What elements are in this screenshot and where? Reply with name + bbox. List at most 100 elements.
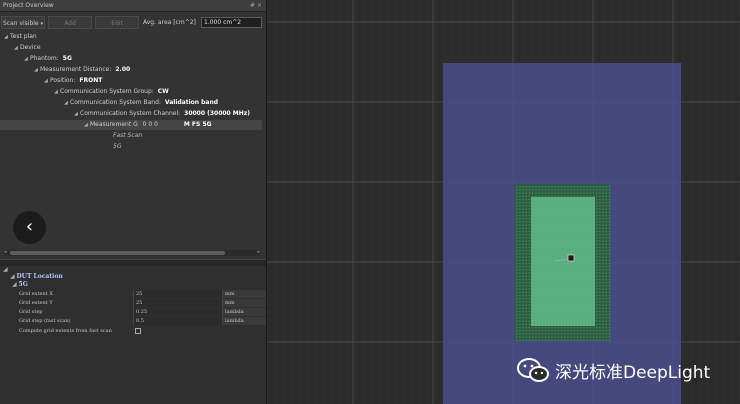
measurement-point: [605, 339, 607, 341]
tree-node-comm-system-group[interactable]: ◢ Communication System Group: CW: [54, 87, 169, 97]
property-section-header[interactable]: ◢ DUT Location: [10, 273, 63, 281]
measurement-point: [528, 234, 531, 236]
measurement-point: [605, 186, 607, 188]
measurement-point: [576, 192, 579, 194]
measurement-point: [522, 314, 524, 316]
measurement-point: [599, 310, 601, 313]
measurement-point: [528, 339, 531, 341]
measurement-point: [522, 282, 524, 284]
measurement-point: [596, 282, 598, 284]
measurement-point: [554, 186, 556, 188]
measurement-point: [519, 189, 521, 191]
panel-titlebar: Project Overview # ×: [0, 0, 266, 12]
measurement-point: [599, 221, 601, 223]
measurement-point: [528, 240, 531, 242]
add-button[interactable]: Add: [48, 16, 92, 29]
tree-node-phantom[interactable]: ◢ Phantom: 5G: [24, 54, 72, 64]
property-value-input[interactable]: 25: [133, 290, 223, 298]
tree-node-device[interactable]: ◢ Device: [14, 43, 41, 53]
compute-grid-checkbox[interactable]: [135, 328, 141, 334]
panel-window-controls[interactable]: # ×: [250, 0, 262, 11]
measurement-point: [602, 227, 604, 229]
back-button[interactable]: ‹: [13, 211, 46, 244]
property-key: Grid step (fast scan): [19, 318, 71, 324]
device-marker-icon: [567, 254, 575, 262]
measurement-point: [522, 189, 524, 191]
measurement-point: [516, 266, 518, 268]
tree-node-comm-system-channel[interactable]: ◢ Communication System Channel: 30000 (300…: [74, 109, 250, 119]
measurement-point: [525, 291, 527, 293]
measurement-point: [605, 214, 607, 217]
measurement-point: [602, 278, 604, 281]
measurement-point: [608, 304, 611, 306]
avg-area-input[interactable]: 1.000 cm^2: [201, 17, 262, 28]
measurement-point: [580, 333, 582, 335]
measurement-point: [592, 330, 595, 332]
measurement-point: [519, 275, 521, 277]
measurement-point: [532, 336, 534, 338]
measurement-point: [596, 186, 598, 188]
scroll-right-icon[interactable]: ▸: [257, 249, 260, 255]
property-subsection-header[interactable]: ◢ 5G: [12, 281, 28, 289]
measurement-point: [528, 294, 531, 297]
measurement-point: [608, 317, 611, 319]
measurement-point: [522, 298, 524, 300]
measurement-point: [573, 186, 575, 188]
measurement-point: [522, 234, 524, 236]
measurement-point: [522, 272, 524, 274]
measurement-point: [554, 330, 556, 332]
tree-node-measurement-distance[interactable]: ◢ Measurement Distance: 2.00: [34, 65, 130, 75]
measurement-point: [608, 336, 611, 338]
scan-visible-dropdown[interactable]: Scan visible ▾: [1, 16, 45, 29]
measurement-point: [525, 285, 527, 287]
measurement-point: [583, 330, 585, 332]
viewport-canvas[interactable]: [267, 0, 740, 404]
property-value-input[interactable]: 0.25: [133, 308, 223, 316]
measurement-point: [535, 326, 537, 329]
measurement-point: [541, 195, 543, 197]
tree-node-5g-scan[interactable]: 5G: [113, 142, 121, 152]
measurement-point: [599, 202, 601, 204]
scrollbar-thumb[interactable]: [10, 251, 225, 255]
tree-node-value: Validation band: [164, 99, 219, 106]
tree-node-position[interactable]: ◢ Position: FRONT: [44, 76, 102, 86]
project-overview-panel: Project Overview # × Scan visible ▾ Add …: [0, 0, 267, 404]
measurement-point: [576, 326, 579, 329]
measurement-point: [522, 237, 524, 239]
property-value-input[interactable]: 0.5: [133, 317, 223, 325]
scan-viewport[interactable]: [267, 0, 740, 404]
measurement-point: [605, 320, 607, 322]
collapse-arrow-icon[interactable]: ◢: [3, 266, 8, 274]
measurement-point: [528, 275, 531, 277]
measurement-point: [519, 227, 521, 229]
measurement-point: [564, 326, 566, 329]
measurement-point: [525, 250, 527, 252]
measurement-point: [608, 310, 611, 313]
tree-node-measurement[interactable]: ◢ Measurement G 0 0 0 M FS 5G: [0, 120, 262, 130]
measurement-point: [602, 198, 604, 201]
measurement-point: [525, 330, 527, 332]
tree-node-test-plan[interactable]: ◢ Test plan: [4, 32, 37, 42]
measurement-point: [519, 234, 521, 236]
property-key: Grid step: [19, 309, 43, 315]
measurement-point: [516, 288, 518, 290]
measurement-point: [519, 320, 521, 322]
measurement-point: [519, 214, 521, 217]
horizontal-scrollbar[interactable]: ◂ ▸: [4, 249, 260, 256]
measurement-point: [599, 266, 601, 268]
measurement-point: [548, 330, 550, 332]
scroll-left-icon[interactable]: ◂: [4, 249, 7, 255]
measurement-point: [599, 208, 601, 210]
measurement-point: [544, 326, 547, 329]
edit-button[interactable]: Edit: [95, 16, 139, 29]
measurement-point: [608, 278, 611, 281]
measurement-point: [516, 282, 518, 284]
measurement-point: [576, 339, 579, 341]
property-value-input[interactable]: 25: [133, 299, 223, 307]
measurement-point: [589, 326, 591, 329]
tree-node-fast-scan[interactable]: Fast Scan: [113, 131, 142, 141]
measurement-point: [602, 218, 604, 220]
tree-node-comm-system-band[interactable]: ◢ Communication System Band: Validation ba…: [64, 98, 218, 108]
measurement-point: [602, 208, 604, 210]
measurement-point: [528, 282, 531, 284]
